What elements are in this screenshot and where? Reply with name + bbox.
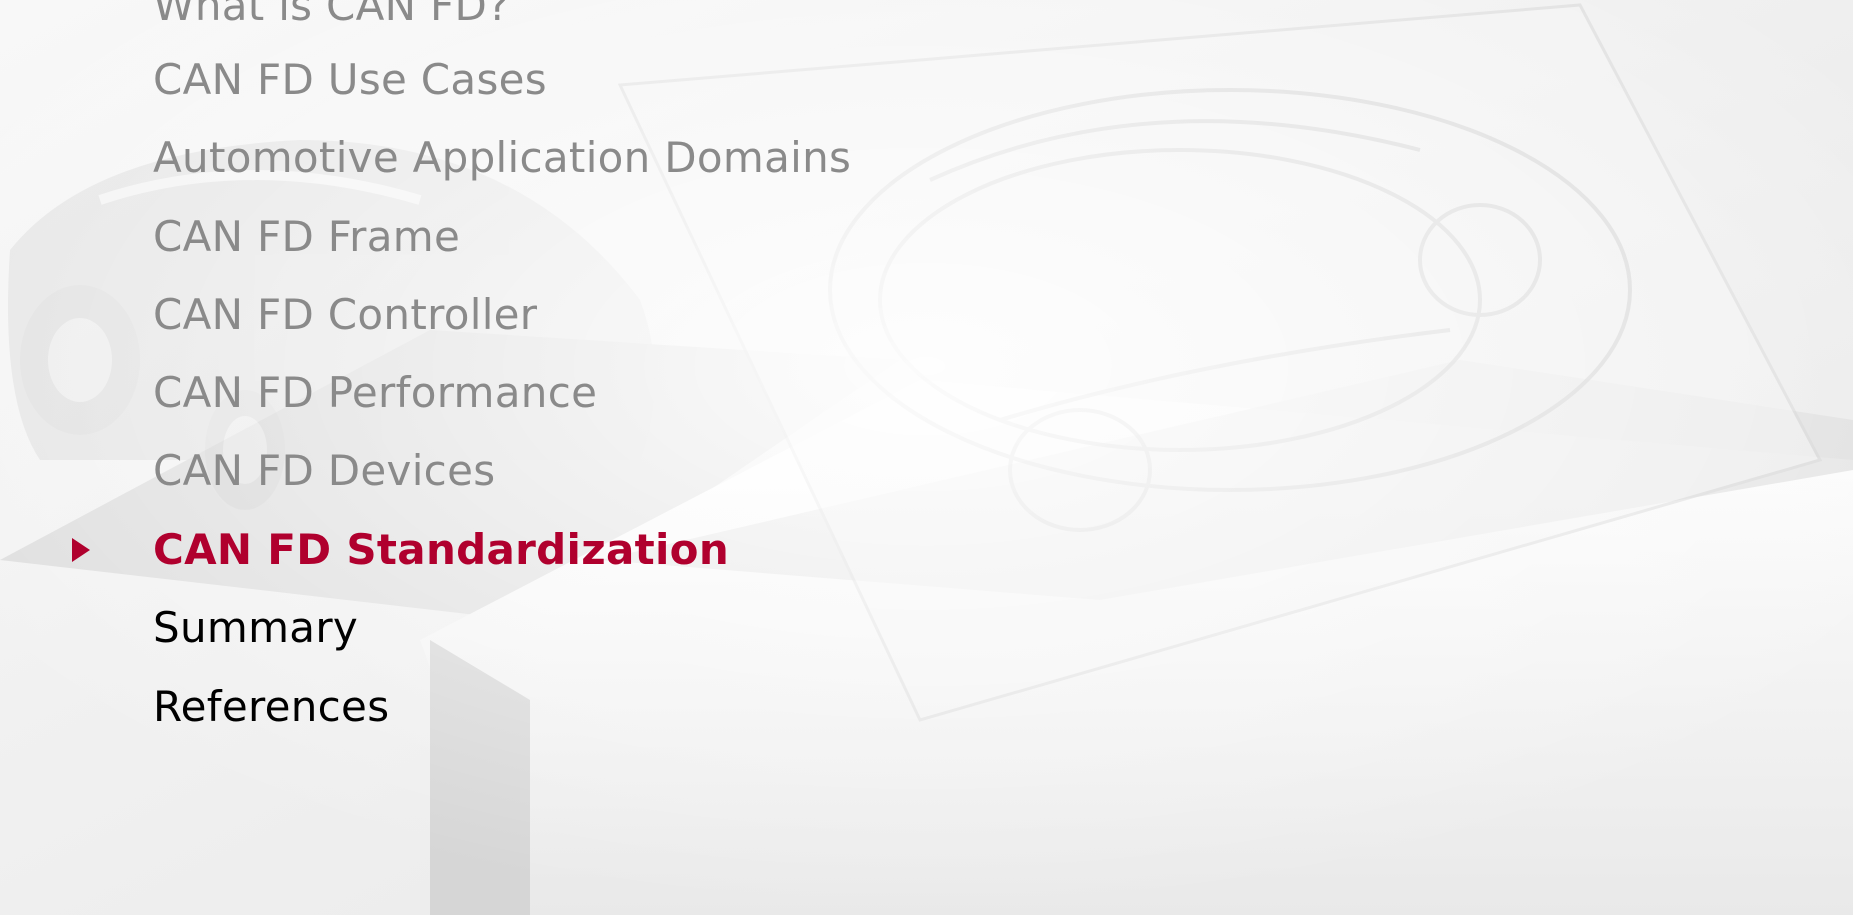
agenda-item-standardization: CAN FD Standardization xyxy=(153,525,730,574)
agenda-item-summary: Summary xyxy=(153,603,359,652)
agenda-item-what-is-can-fd: What is CAN FD? xyxy=(153,0,510,30)
agenda-item-references: References xyxy=(153,682,390,731)
agenda-item-performance: CAN FD Performance xyxy=(153,368,598,417)
triangle-right-icon xyxy=(72,538,90,562)
agenda-item-application-domains: Automotive Application Domains xyxy=(153,133,852,182)
agenda-list: What is CAN FD? CAN FD Use Cases Automot… xyxy=(0,0,1000,915)
agenda-item-frame: CAN FD Frame xyxy=(153,212,461,261)
agenda-item-use-cases: CAN FD Use Cases xyxy=(153,55,547,104)
agenda-item-controller: CAN FD Controller xyxy=(153,290,538,339)
agenda-item-devices: CAN FD Devices xyxy=(153,446,496,495)
agenda-slide: What is CAN FD? CAN FD Use Cases Automot… xyxy=(0,0,1853,915)
